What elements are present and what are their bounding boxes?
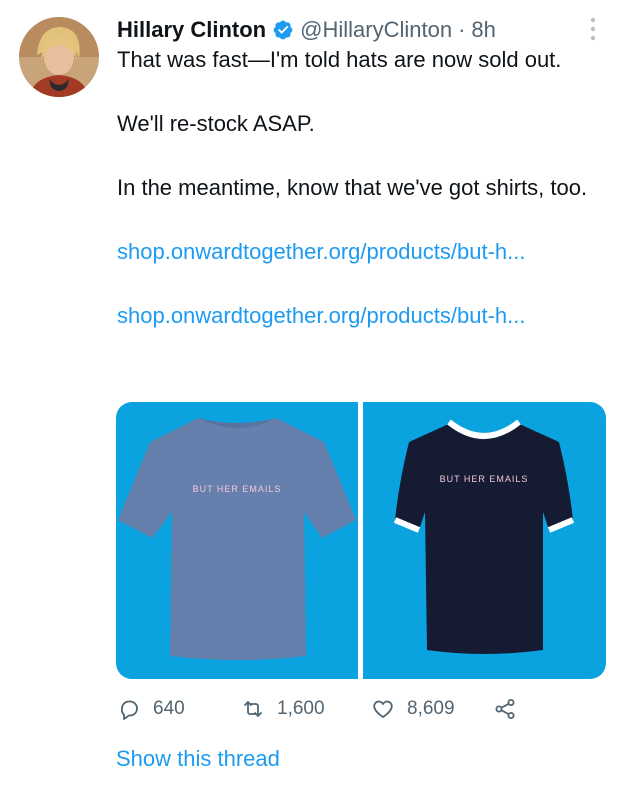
avatar-image — [19, 17, 99, 97]
verified-badge-icon — [273, 20, 293, 40]
avatar[interactable] — [19, 17, 99, 97]
tweet-link-1[interactable]: shop.onwardtogether.org/products/but-h..… — [117, 236, 612, 268]
tweet-link-2[interactable]: shop.onwardtogether.org/products/but-h..… — [117, 300, 612, 332]
author-name[interactable]: Hillary Clinton — [117, 17, 266, 43]
tweet-actions: 640 1,600 8,609 — [117, 694, 537, 724]
author-handle[interactable]: @HillaryClinton — [300, 17, 452, 43]
separator-dot: · — [458, 17, 466, 42]
media-image-navy-shirt[interactable]: BUT HER EMAILS — [363, 402, 606, 679]
media-image-blue-shirt[interactable]: BUT HER EMAILS — [116, 402, 358, 679]
retweet-icon — [244, 701, 262, 717]
shirt-print-text: BUT HER EMAILS — [440, 474, 529, 484]
share-icon — [495, 699, 515, 719]
tweet-text-line: In the meantime, know that we've got shi… — [117, 175, 588, 200]
tweet-header: Hillary Clinton @HillaryClinton · 8h — [117, 14, 496, 46]
tweet-text-line: That was fast—I'm told hats are now sold… — [117, 47, 562, 72]
retweet-count: 1,600 — [277, 698, 325, 719]
tweet-text-line: We'll re-stock ASAP. — [117, 111, 315, 136]
tweet-media: BUT HER EMAILS BUT HER EMAILS — [116, 402, 606, 679]
reply-icon — [120, 700, 138, 720]
show-thread-link[interactable]: Show this thread — [116, 746, 280, 772]
shirt-navy-image: BUT HER EMAILS — [393, 419, 575, 654]
reply-count: 640 — [153, 698, 185, 719]
retweet-button[interactable]: 1,600 — [241, 694, 325, 724]
like-count: 8,609 — [407, 698, 455, 719]
shirt-print-text: BUT HER EMAILS — [193, 484, 282, 494]
tweet-text: That was fast—I'm told hats are now sold… — [117, 44, 612, 332]
more-options-icon[interactable] — [585, 16, 601, 42]
shirt-blue-image: BUT HER EMAILS — [118, 418, 356, 660]
share-button[interactable] — [493, 694, 529, 724]
reply-button[interactable]: 640 — [117, 694, 185, 724]
like-button[interactable]: 8,609 — [371, 694, 455, 724]
tweet-timestamp[interactable]: 8h — [471, 17, 495, 43]
like-icon — [373, 700, 393, 718]
